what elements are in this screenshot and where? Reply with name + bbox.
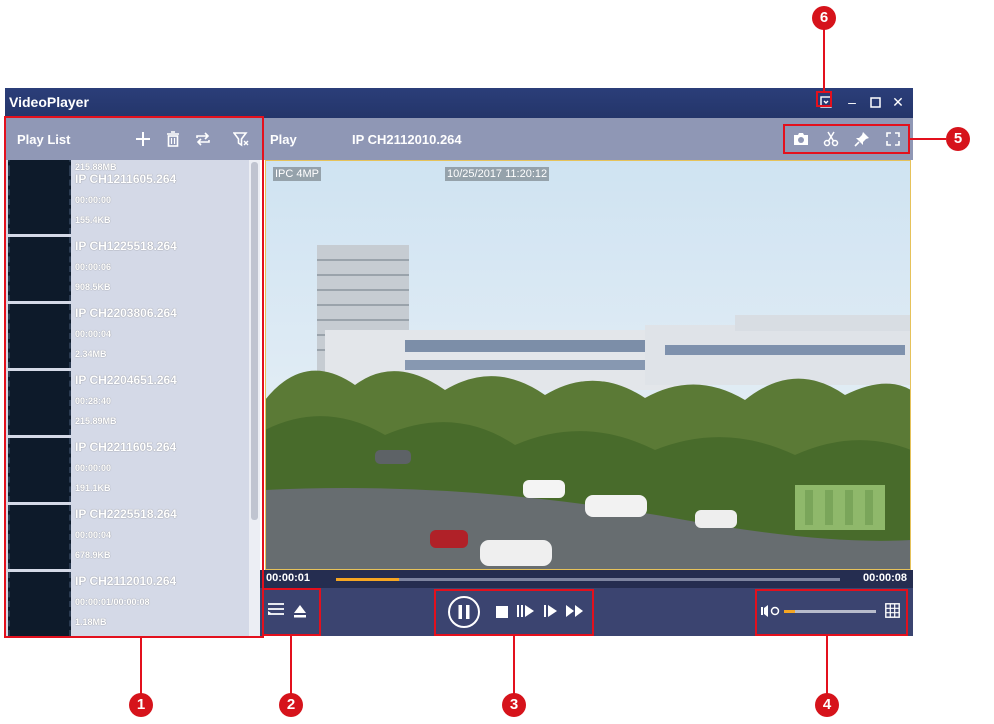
camera-overlay-label: IPC 4MP <box>273 167 322 181</box>
callout-line <box>826 636 828 694</box>
current-time: 00:00:01 <box>266 572 311 584</box>
callout-line <box>140 637 142 695</box>
callout-marker: 1 <box>129 693 153 717</box>
callout-line <box>290 636 292 694</box>
callout-marker: 2 <box>279 693 303 717</box>
total-time: 00:00:08 <box>862 572 907 584</box>
callout-box-volume <box>755 589 908 636</box>
progress-bar: 00:00:01 00:00:08 <box>260 570 913 588</box>
minimize-icon[interactable]: – <box>843 93 861 111</box>
callout-marker: 5 <box>946 127 970 151</box>
callout-line <box>910 138 946 140</box>
callout-marker: 3 <box>502 693 526 717</box>
seek-slider[interactable] <box>336 578 840 581</box>
video-frame <box>265 160 911 570</box>
title-bar: VideoPlayer – ✕ <box>5 88 913 118</box>
callout-box-window <box>816 91 832 107</box>
callout-box-playlist <box>4 116 264 638</box>
callout-marker: 4 <box>815 693 839 717</box>
callout-line <box>513 636 515 694</box>
timestamp-overlay: 10/25/2017 11:20:12 <box>445 167 550 181</box>
current-file-name: IP CH2112010.264 <box>352 132 462 147</box>
callout-line <box>823 28 825 91</box>
callout-box-toolbar <box>783 124 910 154</box>
close-icon[interactable]: ✕ <box>889 93 907 111</box>
play-label: Play <box>270 132 297 147</box>
callout-box-list-controls <box>262 588 321 636</box>
maximize-icon[interactable] <box>866 93 884 111</box>
callout-box-playback <box>434 589 594 636</box>
seek-progress <box>336 578 399 581</box>
video-display[interactable]: IPC 4MP 10/25/2017 11:20:12 <box>265 160 911 570</box>
callout-marker: 6 <box>812 6 836 30</box>
app-title: VideoPlayer <box>9 94 89 110</box>
